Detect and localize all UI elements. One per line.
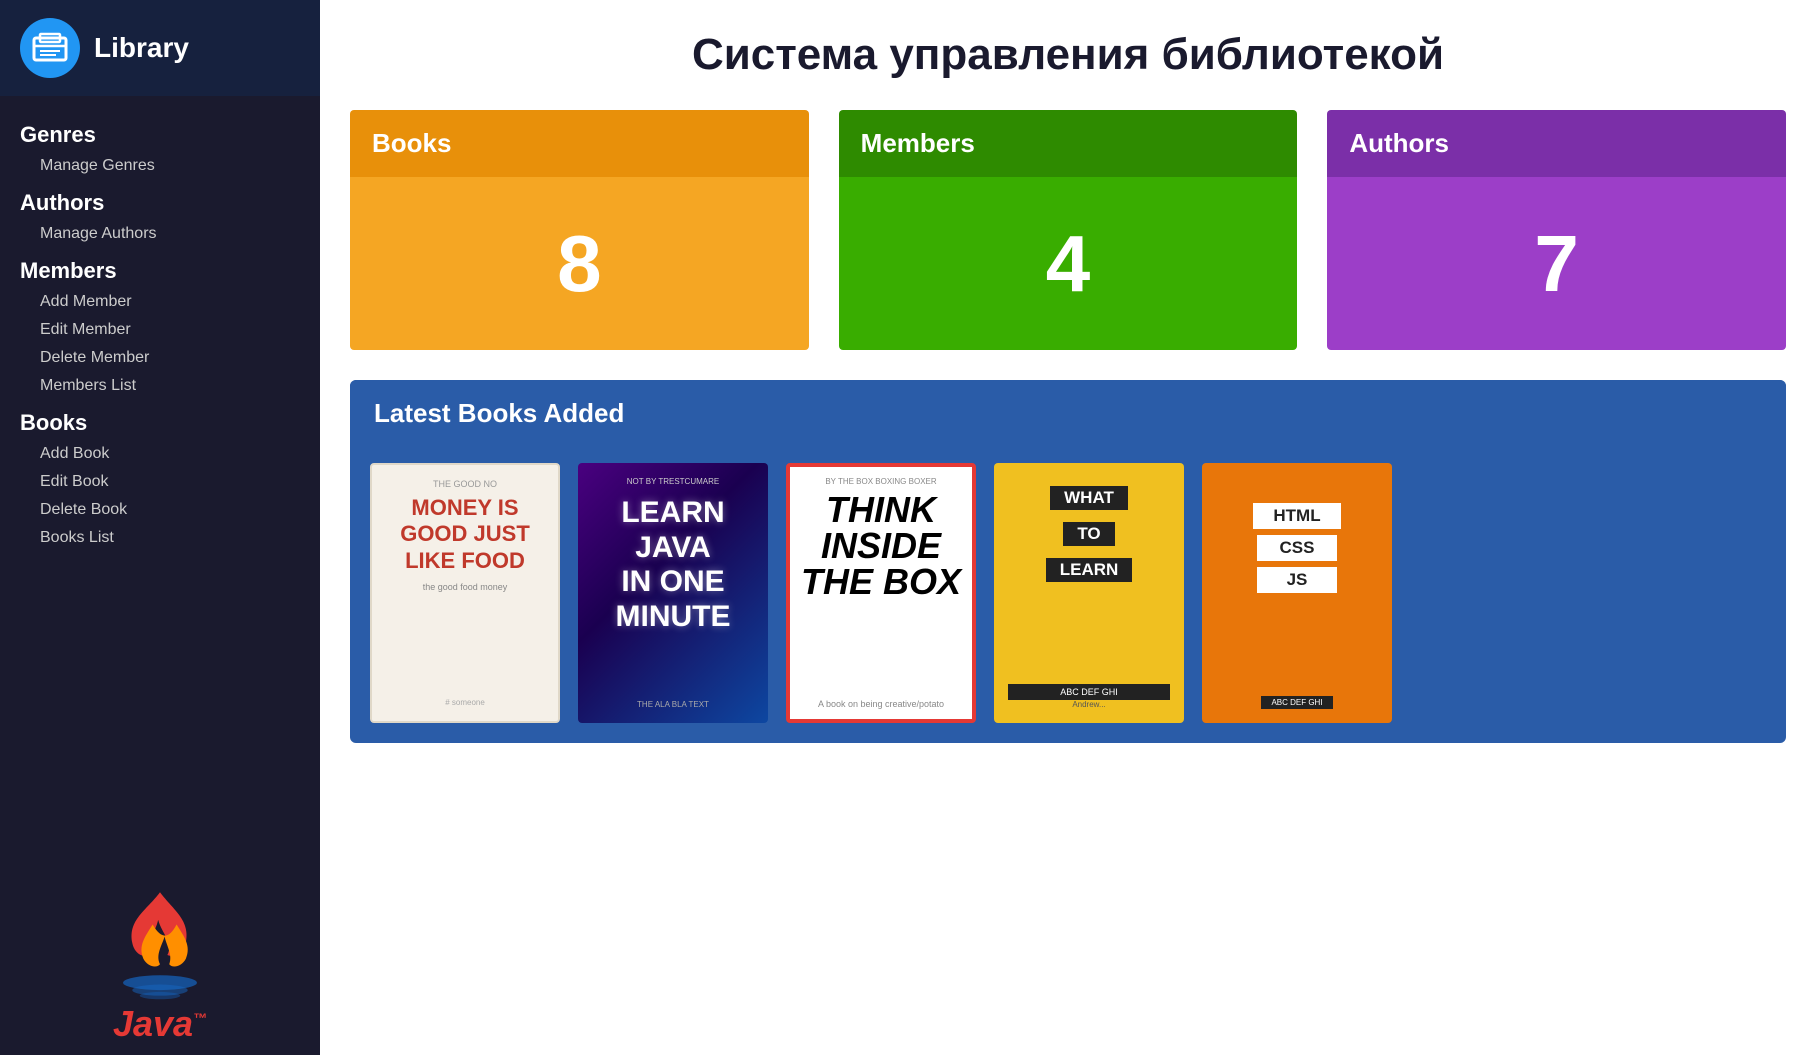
book-what-word2: TO [1063, 522, 1114, 546]
sidebar-item-edit-member[interactable]: Edit Member [0, 316, 320, 344]
book-java-byline: NOT BY TRESTCUMARE [627, 477, 719, 486]
book-money-subtitle: THE GOOD NO [433, 479, 497, 489]
sidebar-nav: Genres Manage Genres Authors Manage Auth… [0, 96, 320, 873]
book-cover-html[interactable]: HTML CSS JS ABC DEF GHI [1202, 463, 1392, 723]
sidebar-item-members[interactable]: Members [0, 248, 320, 288]
sidebar-item-manage-authors[interactable]: Manage Authors [0, 220, 320, 248]
sidebar-item-delete-book[interactable]: Delete Book [0, 496, 320, 524]
stat-card-authors[interactable]: Authors 7 [1327, 110, 1786, 350]
logo-icon [20, 18, 80, 78]
book-what-author: Andrew... [1072, 700, 1105, 709]
book-cover-money[interactable]: THE GOOD NO MONEY IS GOOD JUST LIKE FOOD… [370, 463, 560, 723]
java-logo: Java™ [100, 883, 220, 1045]
sidebar-item-add-member[interactable]: Add Member [0, 288, 320, 316]
books-card-count: 8 [350, 177, 809, 350]
book-html-tag-js: JS [1257, 567, 1337, 593]
java-flame-icon [100, 883, 220, 1003]
members-card-count: 4 [839, 177, 1298, 350]
books-card-header: Books [350, 110, 809, 177]
book-cover-think[interactable]: BY THE BOX BOXING BOXER THINKINSIDETHE B… [786, 463, 976, 723]
books-shelf: THE GOOD NO MONEY IS GOOD JUST LIKE FOOD… [350, 447, 1786, 723]
main-content: Система управления библиотекой Books 8 M… [320, 0, 1816, 1055]
book-html-tags: HTML CSS JS [1253, 503, 1340, 593]
book-java-title: LEARNJAVAIN ONEMINUTE [616, 496, 731, 634]
sidebar-item-authors[interactable]: Authors [0, 180, 320, 220]
java-brand-label: Java™ [113, 1003, 207, 1045]
sidebar-bottom: Java™ [0, 873, 320, 1055]
sidebar-item-delete-member[interactable]: Delete Member [0, 344, 320, 372]
sidebar-item-members-list[interactable]: Members List [0, 372, 320, 400]
page-title: Система управления библиотекой [350, 0, 1786, 110]
book-think-byline: BY THE BOX BOXING BOXER [825, 477, 936, 486]
book-think-desc: A book on being creative/potato [818, 699, 944, 709]
sidebar-item-genres[interactable]: Genres [0, 112, 320, 152]
sidebar-header: Library [0, 0, 320, 96]
book-what-word3: LEARN [1046, 558, 1133, 582]
stats-row: Books 8 Members 4 Authors 7 [350, 110, 1786, 350]
book-money-desc: the good food money [423, 582, 508, 592]
book-cover-what[interactable]: WHAT TO LEARN ABC DEF GHI Andrew... [994, 463, 1184, 723]
sidebar-item-books[interactable]: Books [0, 400, 320, 440]
sidebar: Library Genres Manage Genres Authors Man… [0, 0, 320, 1055]
stat-card-members[interactable]: Members 4 [839, 110, 1298, 350]
latest-books-section: Latest Books Added THE GOOD NO MONEY IS … [350, 380, 1786, 743]
book-html-tag-html: HTML [1253, 503, 1340, 529]
authors-card-header: Authors [1327, 110, 1786, 177]
book-money-author: # someone [445, 698, 485, 707]
book-what-word1: WHAT [1050, 486, 1128, 510]
book-cover-java[interactable]: NOT BY TRESTCUMARE LEARNJAVAIN ONEMINUTE… [578, 463, 768, 723]
members-card-header: Members [839, 110, 1298, 177]
sidebar-item-books-list[interactable]: Books List [0, 524, 320, 552]
book-money-title: MONEY IS GOOD JUST LIKE FOOD [386, 495, 544, 574]
logo-label: Library [94, 32, 189, 64]
sidebar-item-edit-book[interactable]: Edit Book [0, 468, 320, 496]
book-html-badge: ABC DEF GHI [1261, 696, 1332, 709]
book-what-badge: ABC DEF GHI [1008, 684, 1170, 700]
sidebar-item-manage-genres[interactable]: Manage Genres [0, 152, 320, 180]
book-java-footer: THE ALA BLA TEXT [637, 700, 709, 709]
stat-card-books[interactable]: Books 8 [350, 110, 809, 350]
book-html-tag-css: CSS [1257, 535, 1337, 561]
sidebar-item-add-book[interactable]: Add Book [0, 440, 320, 468]
authors-card-count: 7 [1327, 177, 1786, 350]
book-think-title: THINKINSIDETHE BOX [801, 492, 961, 600]
latest-books-title: Latest Books Added [350, 380, 1786, 447]
